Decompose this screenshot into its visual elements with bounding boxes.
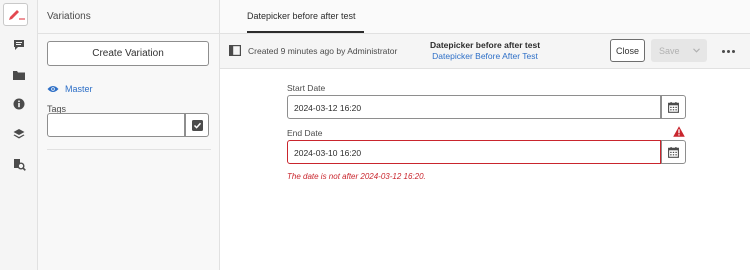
create-variation-button[interactable]: Create Variation xyxy=(47,41,209,66)
layers-icon xyxy=(13,129,25,139)
tab-bar: Datepicker before after test xyxy=(220,0,750,34)
end-date-calendar-button[interactable] xyxy=(661,140,686,164)
close-button[interactable]: Close xyxy=(610,39,645,62)
editor-toolbar: Created 9 minutes ago by Administrator D… xyxy=(220,34,750,69)
editor-main: Datepicker before after test Created 9 m… xyxy=(220,0,750,270)
save-options-button[interactable] xyxy=(685,48,707,53)
info-icon xyxy=(13,98,25,110)
fragment-title: Datepicker before after test xyxy=(429,40,541,50)
edit-mode-button[interactable] xyxy=(3,3,28,26)
search-usage-icon xyxy=(13,158,26,171)
more-icon xyxy=(721,49,725,53)
more-actions-button[interactable] xyxy=(717,44,739,58)
properties-button[interactable] xyxy=(0,91,38,117)
chevron-down-icon xyxy=(692,48,700,53)
end-date-error: The date is not after 2024-03-12 16:20. xyxy=(287,172,426,181)
start-date-calendar-button[interactable] xyxy=(661,95,686,119)
comments-button[interactable] xyxy=(0,32,38,58)
calendar-icon xyxy=(668,146,679,158)
eye-icon xyxy=(47,86,59,92)
panel-title: Variations xyxy=(47,11,91,22)
tags-picker-button[interactable] xyxy=(185,113,209,137)
created-info: Created 9 minutes ago by Administrator xyxy=(248,46,398,56)
folder-icon xyxy=(13,70,25,80)
comment-icon xyxy=(14,40,24,50)
panel-divider xyxy=(47,149,211,150)
checkbox-icon xyxy=(191,119,203,131)
save-button[interactable]: Save xyxy=(651,39,707,62)
side-rail xyxy=(0,0,38,270)
master-variation-link[interactable]: Master xyxy=(47,84,93,94)
side-panel-toggle-icon[interactable] xyxy=(229,45,241,56)
start-date-label: Start Date xyxy=(287,83,326,93)
fragment-model-link[interactable]: Datepicker Before After Test xyxy=(390,51,580,61)
tags-input[interactable] xyxy=(47,113,185,137)
assets-button[interactable] xyxy=(0,62,38,88)
save-label: Save xyxy=(659,45,680,56)
tab-active-indicator xyxy=(247,31,364,33)
start-date-input[interactable]: 2024-03-12 16:20 xyxy=(287,95,661,119)
tab-fragment[interactable]: Datepicker before after test xyxy=(247,0,356,34)
master-label: Master xyxy=(65,84,93,94)
calendar-icon xyxy=(668,101,679,113)
layers-button[interactable] xyxy=(0,121,38,147)
end-date-label: End Date xyxy=(287,128,323,138)
references-button[interactable] xyxy=(0,151,38,177)
pencil-icon xyxy=(8,9,25,20)
alert-icon xyxy=(673,126,685,137)
variations-panel: Variations Create Variation Master Tags xyxy=(38,0,220,270)
end-date-input[interactable]: 2024-03-10 16:20 xyxy=(287,140,661,164)
